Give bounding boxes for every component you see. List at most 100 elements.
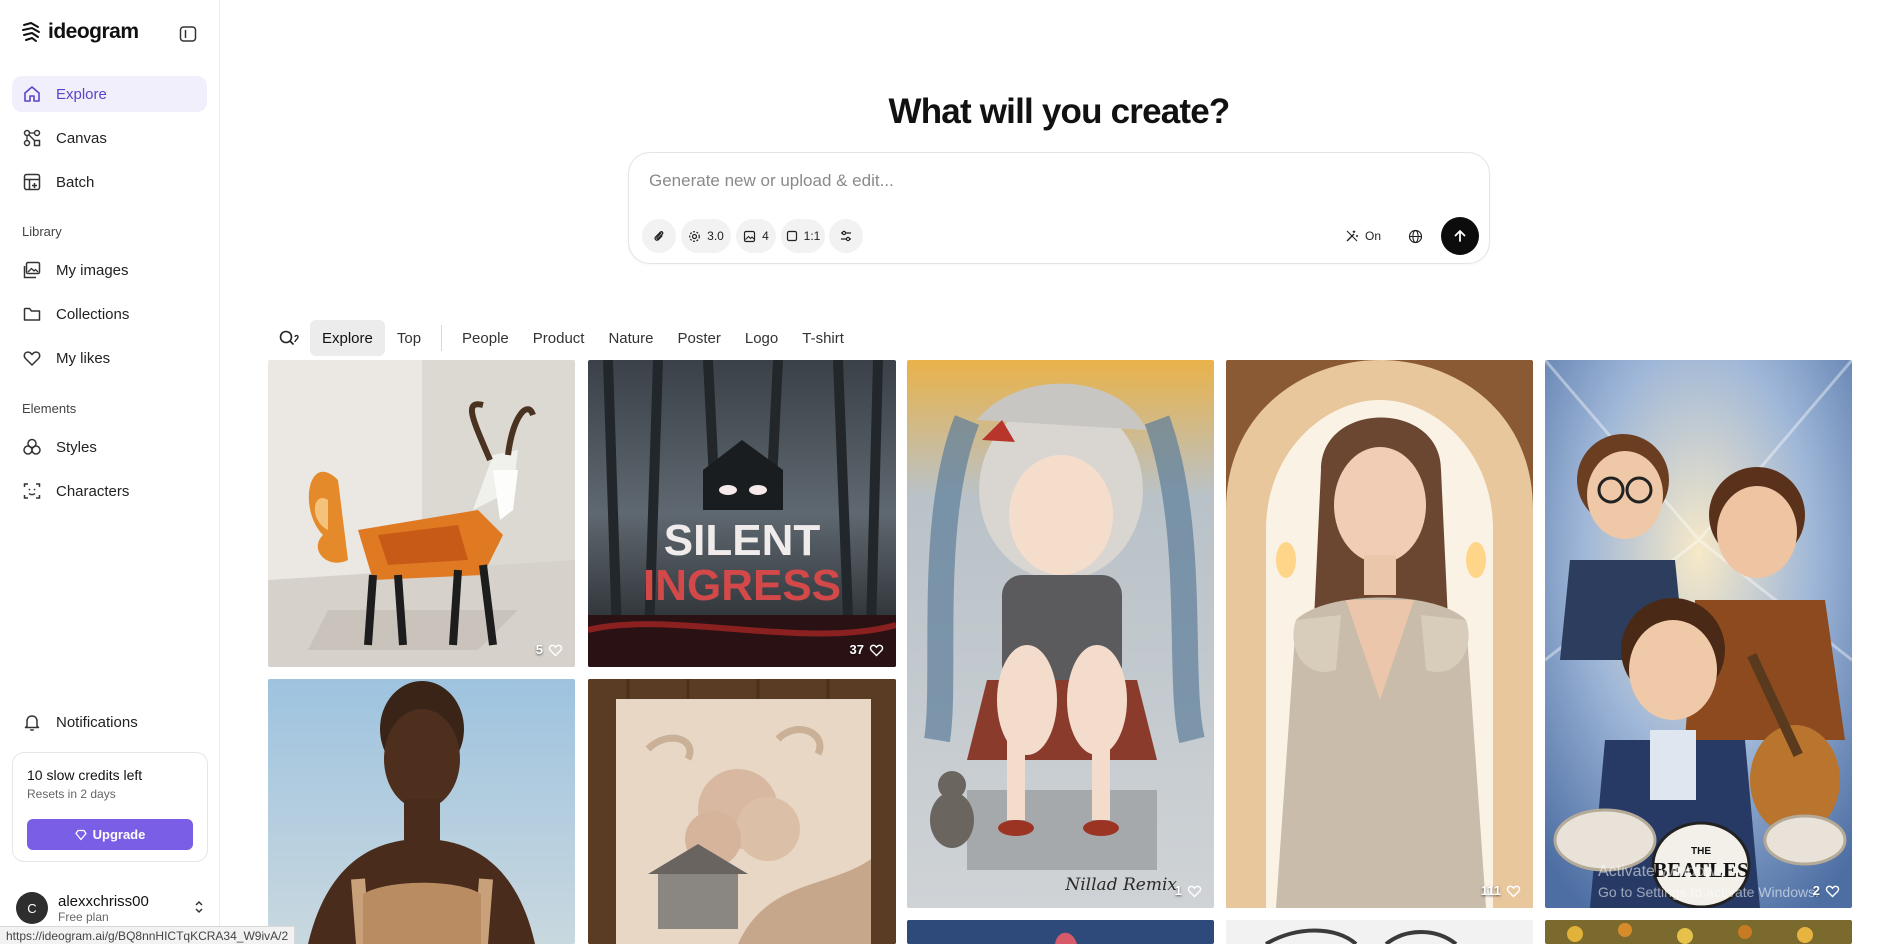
- heart-icon: [1825, 885, 1840, 897]
- like-count[interactable]: 37: [850, 642, 884, 657]
- sidebar-item-my-images[interactable]: My images: [12, 252, 207, 288]
- attach-button[interactable]: [642, 219, 676, 253]
- like-count[interactable]: 5: [536, 642, 563, 657]
- like-count-value: 2: [1812, 883, 1820, 898]
- settings-button[interactable]: [829, 219, 863, 253]
- sidebar-item-label: My images: [56, 261, 129, 279]
- gallery-card-night-partial[interactable]: [907, 920, 1214, 944]
- light-scene-image: [1226, 920, 1533, 944]
- credits-card: 10 slow credits left Resets in 2 days Up…: [12, 752, 208, 862]
- sidebar-item-batch[interactable]: Batch: [12, 164, 207, 200]
- like-count-value: 37: [849, 642, 864, 657]
- filter-tab-people[interactable]: People: [450, 320, 521, 356]
- heart-icon: [548, 644, 563, 656]
- aspect-ratio-label: 1:1: [803, 229, 821, 243]
- filter-tab-nature[interactable]: Nature: [596, 320, 665, 356]
- search-icon: [279, 330, 299, 346]
- avatar: C: [16, 892, 48, 924]
- user-plan: Free plan: [58, 909, 109, 924]
- model-version-label: 3.0: [707, 229, 724, 243]
- filter-tab-tshirt[interactable]: T-shirt: [790, 320, 856, 356]
- brand-name: ideogram: [48, 20, 139, 43]
- aspect-ratio-button[interactable]: 1:1: [781, 219, 825, 253]
- sidebar-item-label: Batch: [56, 173, 95, 191]
- filter-tab-product[interactable]: Product: [521, 320, 597, 356]
- user-account[interactable]: C alexxchriss00 Free plan: [16, 888, 206, 928]
- heart-icon: [23, 351, 41, 366]
- sidebar-item-collections[interactable]: Collections: [12, 296, 207, 332]
- sidebar-item-explore[interactable]: Explore: [12, 76, 207, 112]
- page-title: What will you create?: [888, 92, 1230, 131]
- gallery-card-girl-illustration[interactable]: Nillad Remix 1: [907, 360, 1214, 908]
- credits-reset-text: Resets in 2 days: [27, 787, 116, 801]
- sidebar-item-canvas[interactable]: Canvas: [12, 120, 207, 156]
- arrow-up-icon: [1454, 230, 1466, 242]
- model-version-button[interactable]: 3.0: [681, 219, 731, 253]
- sidebar-item-label: Styles: [56, 438, 97, 456]
- like-count-value: 111: [1480, 883, 1501, 898]
- poster-title-line2: INGRESS: [643, 561, 841, 610]
- gallery-card-woman-portrait[interactable]: 111: [1226, 360, 1533, 908]
- gallery-card-silent-ingress[interactable]: SILENT INGRESS 37: [588, 360, 896, 667]
- sidebar-item-label: Collections: [56, 305, 130, 323]
- sidebar-item-characters[interactable]: Characters: [12, 473, 207, 509]
- gallery-card-goat[interactable]: 5: [268, 360, 575, 667]
- batch-icon: [23, 173, 41, 191]
- goat-illustration-image: [268, 360, 575, 667]
- drum-text-line2: BEATLES: [1653, 858, 1748, 882]
- prompt-box: 3.0 4 1:1 On: [628, 152, 1490, 264]
- library-section-label: Library: [22, 224, 62, 239]
- sidebar-item-notifications[interactable]: Notifications: [12, 704, 207, 740]
- filter-divider: [441, 325, 443, 351]
- generate-button[interactable]: [1441, 217, 1479, 255]
- model-gear-icon: [689, 230, 701, 242]
- ideogram-logo-icon: [22, 21, 40, 42]
- brand-logo[interactable]: ideogram: [20, 20, 139, 44]
- sidebar-collapse-button[interactable]: [178, 24, 198, 44]
- sidebar-item-label: Notifications: [56, 713, 138, 731]
- gallery-card-carved-relief[interactable]: [588, 679, 896, 944]
- magic-prompt-toggle[interactable]: On: [1345, 219, 1381, 253]
- heart-icon: [1506, 885, 1521, 897]
- face-scan-icon: [23, 483, 41, 499]
- image-icon: [744, 230, 756, 242]
- image-count-button[interactable]: 4: [736, 219, 776, 253]
- canvas-icon: [23, 129, 41, 147]
- elements-section-label: Elements: [22, 401, 77, 416]
- like-count[interactable]: 111: [1481, 883, 1521, 898]
- gallery-card-floral-partial[interactable]: [1545, 920, 1852, 944]
- gallery-card-woman-sunset[interactable]: [268, 679, 575, 944]
- filter-search-button[interactable]: [274, 320, 306, 356]
- folder-icon: [23, 307, 41, 321]
- sidebar-toggle-icon: [179, 26, 197, 42]
- sidebar-item-styles[interactable]: Styles: [12, 429, 207, 465]
- language-button[interactable]: [1405, 226, 1425, 246]
- browser-status-url: https://ideogram.ai/g/BQ8nnHICTqKCRA34_W…: [0, 926, 296, 944]
- girl-illustration-image: Nillad Remix: [907, 360, 1214, 908]
- sidebar-item-label: Canvas: [56, 129, 107, 147]
- gallery-card-lightpartial[interactable]: [1226, 920, 1533, 944]
- filter-tab-explore[interactable]: Explore: [310, 320, 385, 356]
- sidebar-item-label: My likes: [56, 349, 111, 367]
- band-cartoon-image: THE BEATLES: [1545, 360, 1852, 908]
- gallery-card-band-cartoon[interactable]: THE BEATLES 2: [1545, 360, 1852, 908]
- filter-tab-poster[interactable]: Poster: [666, 320, 733, 356]
- chevron-up-down-icon[interactable]: [192, 898, 206, 916]
- magic-prompt-label: On: [1365, 229, 1382, 243]
- sidebar-item-my-likes[interactable]: My likes: [12, 340, 207, 376]
- filter-tab-logo[interactable]: Logo: [733, 320, 790, 356]
- sidebar-item-label: Explore: [56, 85, 107, 103]
- filter-bar: Explore Top People Product Nature Poster…: [274, 320, 856, 356]
- woman-sunset-image: [268, 679, 575, 944]
- styles-icon: [23, 438, 41, 455]
- carved-relief-image: [588, 679, 896, 944]
- upgrade-button[interactable]: Upgrade: [27, 819, 193, 850]
- filter-tab-top[interactable]: Top: [385, 320, 433, 356]
- image-count-label: 4: [762, 229, 769, 243]
- like-count-value: 1: [1174, 883, 1182, 898]
- like-count[interactable]: 1: [1175, 883, 1202, 898]
- prompt-input[interactable]: [649, 171, 1249, 191]
- like-count[interactable]: 2: [1813, 883, 1840, 898]
- floral-scene-image: [1545, 920, 1852, 944]
- magic-wand-icon: [1346, 230, 1358, 242]
